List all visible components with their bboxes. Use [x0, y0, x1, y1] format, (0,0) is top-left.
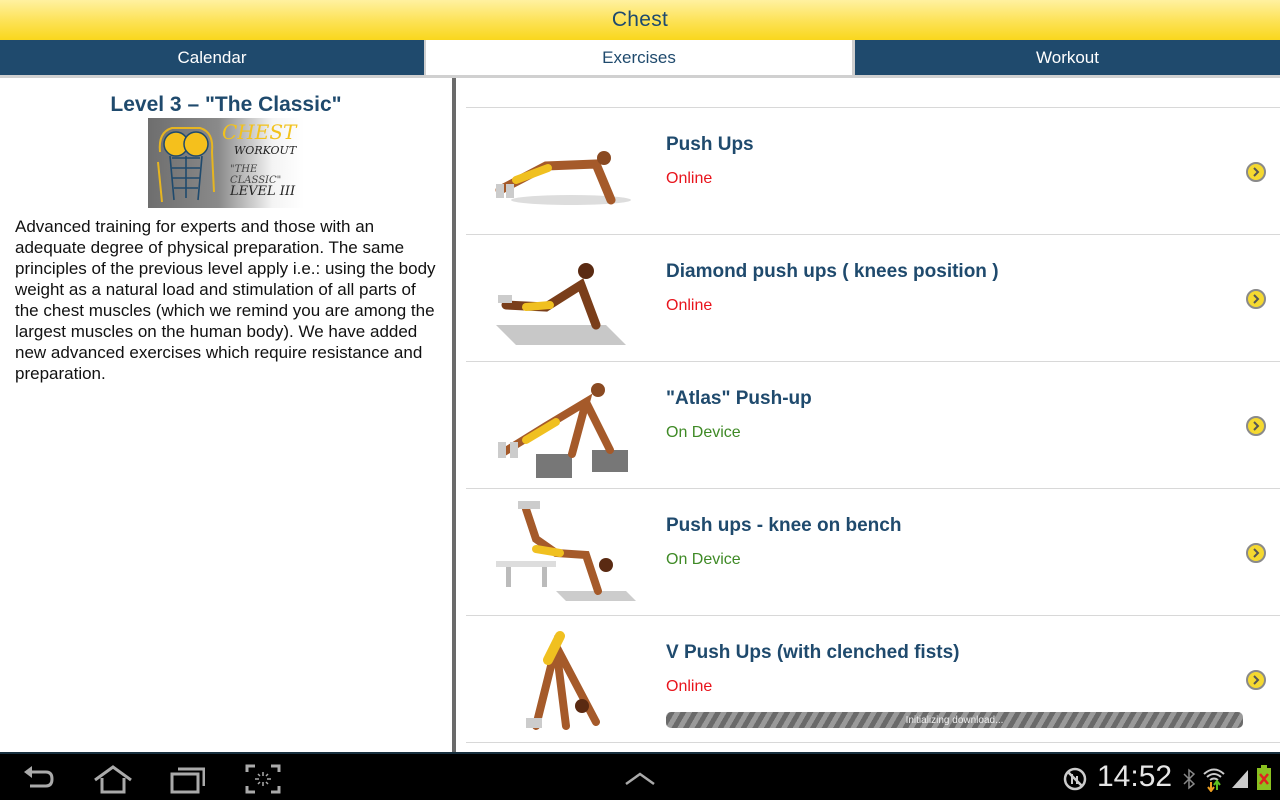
exercise-name: Diamond push ups ( knees position )	[666, 261, 999, 282]
bluetooth-icon	[1182, 768, 1196, 798]
tab-label: Calendar	[177, 47, 247, 67]
exercise-status: Online	[666, 297, 713, 314]
chevron-right-circle-icon[interactable]	[1246, 670, 1266, 690]
download-progress-bar: Initializing download...	[666, 712, 1243, 728]
home-icon[interactable]	[92, 764, 134, 794]
exercise-row-v-push-ups[interactable]: V Push Ups (with clenched fists) Online …	[466, 616, 1280, 743]
level-details-pane: Level 3 – "The Classic" CHEST WORKOUT "T…	[0, 78, 452, 752]
app-title: Chest	[611, 8, 669, 31]
exercise-name: Push ups - knee on bench	[666, 515, 902, 536]
signal-icon	[1230, 768, 1250, 798]
exercise-thumbnail	[496, 263, 626, 345]
tab-workout[interactable]: Workout	[855, 40, 1280, 75]
exercise-thumbnail	[495, 151, 631, 205]
recent-apps-icon[interactable]	[169, 764, 206, 794]
exercise-thumbnail	[496, 501, 636, 601]
cover-text-level: LEVEL III	[230, 184, 296, 199]
status-clock: 14:52	[1097, 760, 1173, 793]
tab-bar: Calendar Exercises Workout	[0, 40, 1280, 76]
chevron-right-circle-icon[interactable]	[1246, 543, 1266, 563]
tab-label: Exercises	[602, 47, 676, 67]
exercise-row-atlas-push-up[interactable]: "Atlas" Push-up On Device	[466, 362, 1280, 489]
exercise-status: On Device	[666, 424, 741, 441]
exercise-row-diamond-push-ups[interactable]: Diamond push ups ( knees position ) Onli…	[466, 235, 1280, 362]
cover-text-classic: "THE CLASSIC"	[230, 164, 282, 186]
tab-calendar[interactable]: Calendar	[0, 40, 424, 75]
battery-icon	[1256, 764, 1272, 794]
screenshot-icon[interactable]	[245, 764, 281, 794]
tab-label: Workout	[1036, 47, 1099, 67]
exercise-status: Online	[666, 678, 713, 695]
level-description: Advanced training for experts and those …	[15, 217, 436, 383]
exercise-status: Online	[666, 170, 713, 187]
chevron-right-circle-icon[interactable]	[1246, 416, 1266, 436]
exercise-thumbnail	[498, 383, 628, 478]
chest-torso-illustration	[157, 127, 215, 203]
cover-text-chest: CHEST	[222, 120, 297, 144]
exercise-name: "Atlas" Push-up	[666, 388, 812, 409]
back-icon[interactable]	[20, 764, 56, 794]
tab-exercises[interactable]: Exercises	[426, 40, 852, 75]
no-sync-icon	[1062, 766, 1090, 796]
app-title-bar: Chest	[0, 0, 1280, 40]
chevron-right-circle-icon[interactable]	[1246, 162, 1266, 182]
chevron-right-circle-icon[interactable]	[1246, 289, 1266, 309]
exercise-name: Push Ups	[666, 134, 754, 155]
level-cover-image: CHEST WORKOUT "THE CLASSIC" LEVEL III	[148, 118, 304, 208]
exercise-status: On Device	[666, 551, 741, 568]
cover-text-workout: WORKOUT	[234, 144, 297, 157]
exercise-name: V Push Ups (with clenched fists)	[666, 642, 960, 663]
up-caret-icon[interactable]	[622, 764, 658, 794]
system-navigation-bar: 14:52	[0, 752, 1280, 800]
exercise-row-knee-on-bench[interactable]: Push ups - knee on bench On Device	[466, 489, 1280, 616]
level-title: Level 3 – "The Classic"	[110, 93, 342, 116]
exercise-thumbnail	[526, 631, 600, 730]
download-progress-label: Initializing download...	[905, 714, 1004, 726]
wifi-icon	[1202, 766, 1226, 796]
exercise-list[interactable]: Push Ups Online Diamond push ups ( knees…	[456, 78, 1280, 752]
exercise-row-push-ups[interactable]: Push Ups Online	[466, 108, 1280, 235]
